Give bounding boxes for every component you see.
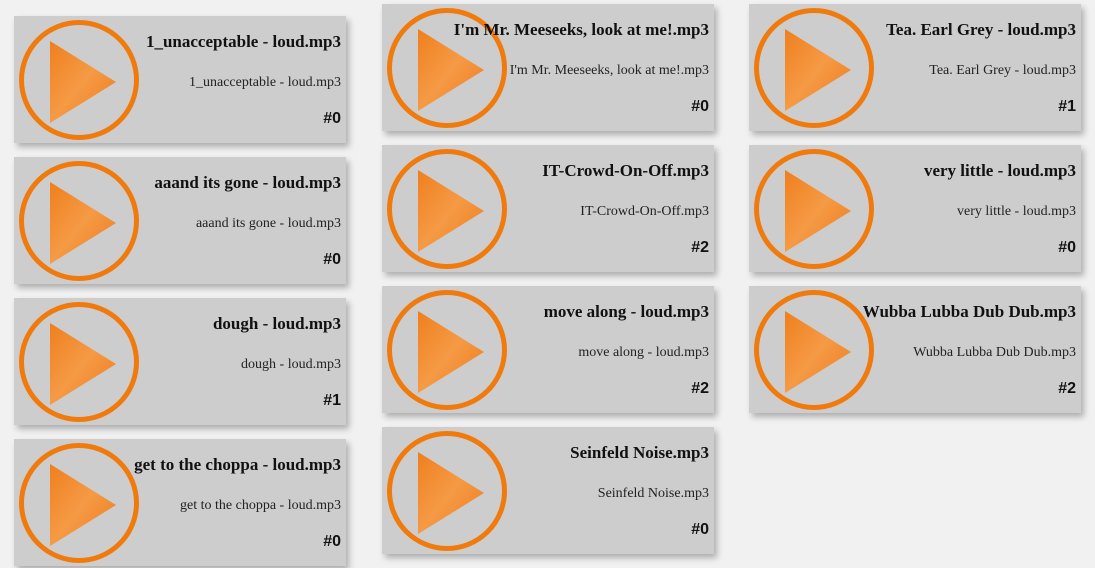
play-count: #2 <box>691 380 709 397</box>
sound-card: aaand its gone - loud.mp3 aaand its gone … <box>14 157 346 284</box>
play-count: #0 <box>691 521 709 538</box>
sound-filename: IT-Crowd-On-Off.mp3 <box>580 204 709 219</box>
play-count: #0 <box>323 533 341 550</box>
play-button[interactable] <box>754 149 874 269</box>
sound-filename: Seinfeld Noise.mp3 <box>597 486 709 501</box>
sound-title: very little - loud.mp3 <box>923 161 1076 180</box>
sound-title: IT-Crowd-On-Off.mp3 <box>542 161 709 180</box>
sound-title: Seinfeld Noise.mp3 <box>570 443 709 462</box>
sound-title: dough - loud.mp3 <box>212 314 341 333</box>
sound-column: 1_unacceptable - loud.mp3 1_unacceptable … <box>14 16 346 568</box>
play-button[interactable] <box>19 443 139 563</box>
sound-card: IT-Crowd-On-Off.mp3 IT-Crowd-On-Off.mp3 #2 <box>382 145 714 272</box>
play-button[interactable] <box>387 431 507 551</box>
play-count: #1 <box>1058 98 1076 115</box>
sound-card: Tea. Earl Grey - loud.mp3 Tea. Earl Grey … <box>749 4 1081 131</box>
play-icon <box>50 41 116 123</box>
sound-card: Wubba Lubba Dub Dub.mp3 Wubba Lubba Dub D… <box>749 286 1081 413</box>
sound-title: get to the choppa - loud.mp3 <box>134 455 341 474</box>
play-count: #0 <box>323 251 341 268</box>
sound-card: move along - loud.mp3 move along - loud.m… <box>382 286 714 413</box>
play-button[interactable] <box>19 20 139 140</box>
sound-filename: get to the choppa - loud.mp3 <box>180 498 341 513</box>
play-icon <box>418 452 484 534</box>
sound-filename: dough - loud.mp3 <box>241 357 341 372</box>
sound-title: I'm Mr. Meeseeks, look at me!.mp3 <box>453 20 709 39</box>
play-count: #0 <box>1058 239 1076 256</box>
soundboard: 1_unacceptable - loud.mp3 1_unacceptable … <box>0 0 1095 568</box>
play-button[interactable] <box>19 161 139 281</box>
play-icon <box>785 311 851 393</box>
sound-title: aaand its gone - loud.mp3 <box>154 173 341 192</box>
sound-title: Tea. Earl Grey - loud.mp3 <box>886 20 1076 39</box>
sound-card: 1_unacceptable - loud.mp3 1_unacceptable … <box>14 16 346 143</box>
play-icon <box>50 464 116 546</box>
play-count: #2 <box>691 239 709 256</box>
sound-card: get to the choppa - loud.mp3 get to the c… <box>14 439 346 566</box>
sound-column: Tea. Earl Grey - loud.mp3 Tea. Earl Grey … <box>749 4 1081 427</box>
sound-card: I'm Mr. Meeseeks, look at me!.mp3 I'm Mr.… <box>382 4 714 131</box>
play-button[interactable] <box>754 8 874 128</box>
play-icon <box>418 311 484 393</box>
sound-filename: very little - loud.mp3 <box>957 204 1076 219</box>
sound-filename: I'm Mr. Meeseeks, look at me!.mp3 <box>509 63 709 78</box>
sound-filename: move along - loud.mp3 <box>578 345 709 360</box>
sound-card: dough - loud.mp3 dough - loud.mp3 #1 <box>14 298 346 425</box>
play-icon <box>50 182 116 264</box>
play-button[interactable] <box>19 302 139 422</box>
sound-title: Wubba Lubba Dub Dub.mp3 <box>862 302 1076 321</box>
play-icon <box>50 323 116 405</box>
sound-title: 1_unacceptable - loud.mp3 <box>145 32 341 51</box>
play-icon <box>785 29 851 111</box>
sound-filename: Tea. Earl Grey - loud.mp3 <box>929 63 1076 78</box>
play-count: #1 <box>323 392 341 409</box>
sound-column: I'm Mr. Meeseeks, look at me!.mp3 I'm Mr.… <box>382 4 714 568</box>
play-button[interactable] <box>754 290 874 410</box>
sound-card: very little - loud.mp3 very little - loud… <box>749 145 1081 272</box>
play-icon <box>785 170 851 252</box>
play-icon <box>418 170 484 252</box>
play-icon <box>418 29 484 111</box>
sound-card: Seinfeld Noise.mp3 Seinfeld Noise.mp3 #0 <box>382 427 714 554</box>
sound-filename: 1_unacceptable - loud.mp3 <box>188 75 341 90</box>
play-button[interactable] <box>387 290 507 410</box>
sound-filename: aaand its gone - loud.mp3 <box>195 216 341 231</box>
sound-title: move along - loud.mp3 <box>543 302 709 321</box>
play-count: #2 <box>1058 380 1076 397</box>
play-count: #0 <box>323 110 341 127</box>
play-button[interactable] <box>387 149 507 269</box>
play-count: #0 <box>691 98 709 115</box>
sound-filename: Wubba Lubba Dub Dub.mp3 <box>913 345 1076 360</box>
